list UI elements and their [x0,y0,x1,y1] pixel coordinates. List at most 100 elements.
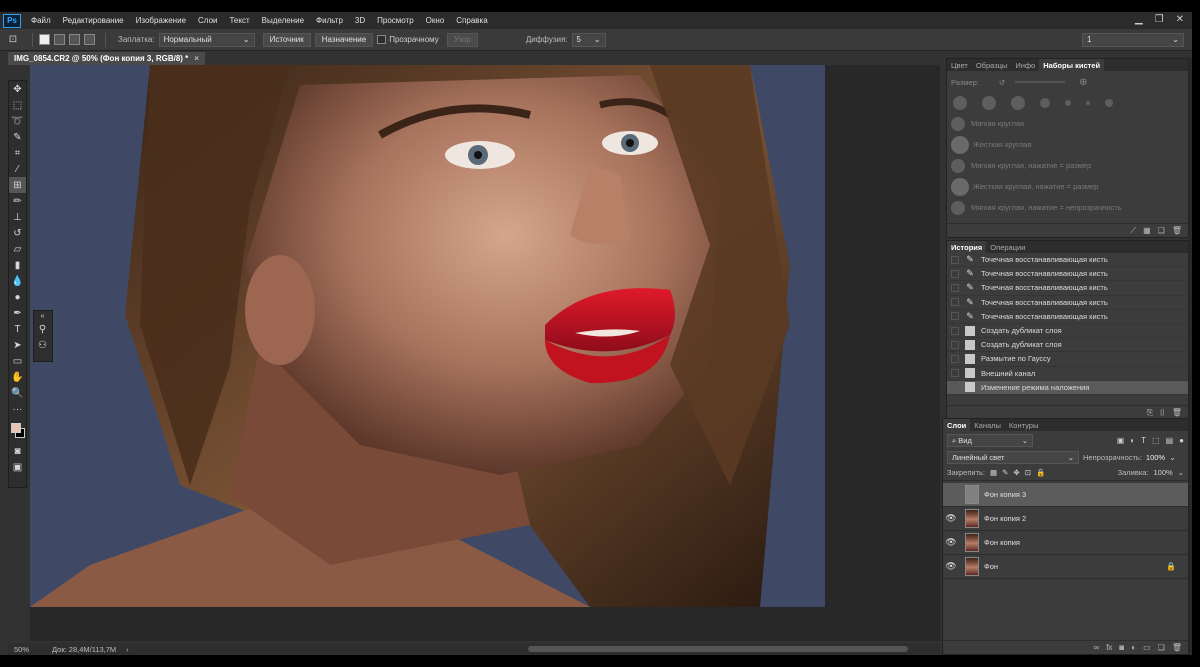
panel-tab[interactable]: Слои [943,419,971,431]
history-item[interactable]: Изменение режима наложения [947,380,1188,395]
stamp-tool-icon[interactable]: ⊥ [9,209,26,225]
blur-tool-icon[interactable]: 💧 [9,273,26,289]
pattern-button[interactable]: Узор [446,32,478,47]
trash-icon[interactable]: 🗑 [1172,643,1182,652]
layer-filter-select[interactable]: ⌕ Вид ⌄ [947,434,1033,447]
menu-item[interactable]: Окно [420,16,451,25]
history-item[interactable]: ✎ Точечная восстанавливающая кисть [947,267,1188,282]
new-adjustment-icon[interactable]: ◐ [1131,643,1136,652]
history-source-checkbox[interactable] [951,298,959,307]
new-preset-icon[interactable]: ❏ [1158,226,1165,235]
panel-tab[interactable]: Инфо [1011,59,1039,71]
trash-icon[interactable]: 🗑 [1172,408,1182,417]
history-item[interactable]: Создать дубликат слоя [947,324,1188,339]
history-source-checkbox[interactable] [951,312,959,321]
type-tool-icon[interactable]: T [9,321,26,337]
history-source-checkbox[interactable] [951,255,959,264]
new-selection-icon[interactable] [39,34,50,45]
history-source-checkbox[interactable] [951,269,959,278]
chevron-down-icon[interactable]: ⌄ [1178,468,1184,477]
add-selection-icon[interactable] [54,34,65,45]
quick-selection-tool-icon[interactable]: ✎ [9,129,26,145]
eraser-tool-icon[interactable]: ▱ [9,241,26,257]
panel-tab[interactable]: Каналы [970,419,1005,431]
add-mask-icon[interactable]: ◙ [1119,643,1124,652]
history-source-checkbox[interactable] [951,369,959,378]
brush-tip[interactable] [1040,98,1050,108]
history-source-checkbox[interactable] [951,354,959,363]
layer-row[interactable]: 👁 Фон копия [943,531,1188,555]
lock-artboard-icon[interactable]: ⊡ [1025,468,1031,477]
quick-mask-icon[interactable]: ◙ [9,443,26,459]
filter-toggle-icon[interactable]: ● [1179,436,1184,445]
status-arrow-icon[interactable]: › [126,645,129,654]
menu-item[interactable]: Просмотр [371,16,420,25]
brush-preset-item[interactable]: Мягкая круглая, нажатие = непрозрачность [947,197,1188,218]
lock-position-icon[interactable]: ✥ [1013,468,1019,477]
history-source-checkbox[interactable] [951,326,959,335]
fill-value[interactable]: 100% [1154,468,1173,477]
clone-source-icon[interactable]: ⚇ [34,337,51,353]
new-group-icon[interactable]: ▭ [1143,643,1151,652]
collapse-icon[interactable]: « [34,311,51,321]
gradient-tool-icon[interactable]: ▮ [9,257,26,273]
history-item[interactable]: ✎ Точечная восстанавливающая кисть [947,281,1188,296]
panel-tab[interactable]: Цвет [947,59,972,71]
patch-tool-preset-icon[interactable]: ⊡ [0,34,26,45]
history-source-checkbox[interactable] [951,383,959,392]
brush-toggle-icon[interactable]: ⟋ [1131,226,1137,236]
diffusion-select[interactable]: 5 ⌄ [571,32,606,47]
source-button[interactable]: Источник [262,32,311,47]
panel-tab[interactable]: Образцы [972,59,1012,71]
panel-tab[interactable]: Наборы кистей [1039,59,1105,71]
reset-icon[interactable]: ↺ [999,78,1005,87]
layer-style-icon[interactable]: fx [1106,643,1112,652]
panel-tab[interactable]: Операции [986,241,1029,253]
opacity-value[interactable]: 100% [1146,453,1165,462]
layer-name[interactable]: Фон копия 3 [984,490,1026,499]
lasso-tool-icon[interactable]: ➰ [9,113,26,129]
history-source-checkbox[interactable] [951,283,959,292]
subtract-selection-icon[interactable] [69,34,80,45]
menu-item[interactable]: Редактирование [57,16,130,25]
new-layer-icon[interactable]: ❏ [1158,643,1165,652]
history-item[interactable]: Размытие по Гауссу [947,352,1188,367]
history-item[interactable]: ✎ Точечная восстанавливающая кисть [947,253,1188,268]
brush-preset-item[interactable]: Жесткая круглая, нажатие = размер [947,176,1188,197]
restore-icon[interactable]: ❐ [1155,14,1164,25]
hand-tool-icon[interactable]: ✋ [9,369,26,385]
eye-icon[interactable]: 👁 [943,537,959,548]
menu-item[interactable]: Справка [450,16,493,25]
layer-name[interactable]: Фон [984,562,998,571]
shape-tool-icon[interactable]: ▭ [9,353,26,369]
menu-item[interactable]: Текст [223,16,255,25]
canvas-photo[interactable] [30,65,825,607]
shape-filter-icon[interactable]: ⬚ [1152,436,1160,445]
patch-tool-icon[interactable]: ⊞ [9,177,26,193]
foreground-color-swatch[interactable] [11,423,21,433]
panel-tab[interactable]: История [947,241,987,253]
trash-icon[interactable]: 🗑 [1172,226,1182,235]
brush-tip[interactable] [1086,101,1090,105]
adjustment-filter-icon[interactable]: ◐ [1130,436,1135,445]
patch-mode-select[interactable]: Нормальный ⌄ [158,32,255,47]
path-selection-tool-icon[interactable]: ➤ [9,337,26,353]
history-item[interactable]: ✎ Точечная восстанавливающая кисть [947,310,1188,324]
brush-tool-icon[interactable]: ✏ [9,193,26,209]
zoom-level[interactable]: 50% [14,645,52,654]
new-document-from-state-icon[interactable]: ⎘ [1147,408,1153,418]
eye-icon[interactable]: 👁 [943,561,959,572]
brush-tip[interactable] [982,96,996,110]
history-item[interactable]: Внешний канал [947,367,1188,381]
layer-name[interactable]: Фон копия [984,538,1020,547]
transparent-checkbox[interactable] [377,35,387,44]
grid-icon[interactable]: ▦ [1143,226,1151,235]
marquee-tool-icon[interactable]: ⬚ [9,97,26,113]
menu-item[interactable]: Выделение [256,16,310,25]
layer-row[interactable]: 👁 Фон 🔒 [943,555,1188,579]
blend-mode-select[interactable]: Линейный свет ⌄ [947,451,1079,464]
more-tools-icon[interactable]: ··· [9,401,26,417]
brush-tip[interactable] [953,96,967,110]
link-layers-icon[interactable]: ∞ [1093,643,1099,652]
history-brush-tool-icon[interactable]: ↺ [9,225,26,241]
